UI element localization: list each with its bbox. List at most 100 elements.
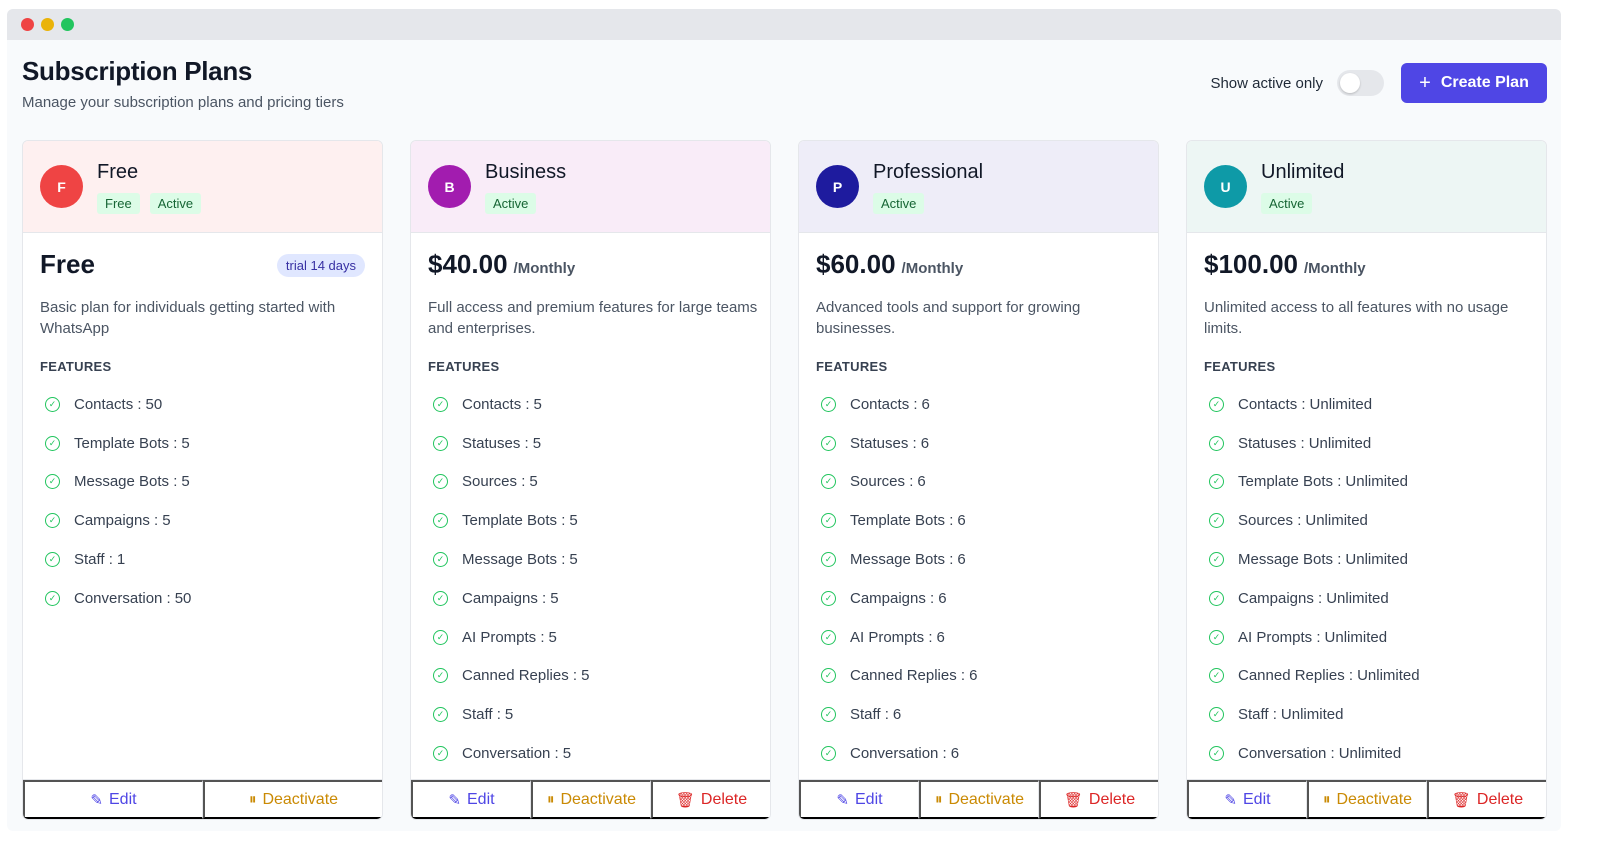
feature-value: 5 (533, 395, 542, 413)
check-circle-icon: ✓ (433, 513, 448, 529)
feature-label: Canned Replies : (462, 667, 578, 685)
edit-button[interactable]: ✎ Edit (799, 780, 919, 819)
delete-button[interactable]: 🗑 Delete (1427, 780, 1546, 819)
feature-item: ✓ Staff : Unlimited (1209, 695, 1420, 734)
feature-item: ✓ Template Bots : 5 (433, 501, 589, 540)
delete-button[interactable]: 🗑 Delete (1039, 780, 1158, 819)
plan-avatar: P (816, 165, 859, 208)
plan-avatar: U (1204, 165, 1247, 208)
feature-label: Template Bots : (850, 512, 954, 530)
check-circle-icon: ✓ (45, 513, 60, 529)
feature-value: Unlimited (1326, 589, 1389, 607)
feature-label: AI Prompts : (1238, 628, 1321, 646)
maximize-window-button[interactable] (61, 18, 74, 31)
feature-item: ✓ Template Bots : 5 (45, 424, 191, 463)
check-circle-icon: ✓ (1209, 668, 1224, 684)
deactivate-label: Deactivate (262, 790, 339, 808)
check-circle-icon: ✓ (433, 668, 448, 684)
feature-value: 6 (917, 473, 926, 491)
card-actions: ✎ Edit ⏸ Deactivate (23, 779, 382, 819)
check-circle-icon: ✓ (821, 513, 836, 529)
deactivate-button[interactable]: ⏸ Deactivate (919, 780, 1039, 819)
feature-value: Unlimited (1305, 512, 1368, 530)
feature-value: 6 (969, 667, 978, 685)
feature-label: Template Bots : (74, 434, 178, 452)
feature-item: ✓ Conversation : Unlimited (1209, 734, 1420, 773)
feature-value: 5 (532, 434, 542, 452)
feature-label: Conversation : (1238, 745, 1335, 763)
feature-value: 5 (529, 473, 538, 491)
plan-card-unlimited: U Unlimited Active $100.00 /Monthly Unli… (1186, 140, 1547, 820)
close-window-button[interactable] (21, 18, 34, 31)
deactivate-button[interactable]: ⏸ Deactivate (1307, 780, 1427, 819)
create-plan-button[interactable]: + Create Plan (1401, 63, 1547, 103)
feature-label: Message Bots : (462, 551, 566, 569)
badge-group: Active (873, 193, 925, 214)
edit-icon: ✎ (448, 791, 461, 809)
feature-label: Canned Replies : (850, 667, 966, 685)
feature-label: Sources : (462, 473, 526, 491)
feature-value: 6 (936, 628, 945, 646)
feature-label: Conversation : (462, 745, 559, 763)
plan-name: Free (97, 161, 139, 183)
pause-circle-icon: ⏸ (546, 791, 555, 808)
feature-label: Contacts : (74, 395, 142, 413)
feature-label: Template Bots : (462, 512, 566, 530)
feature-item: ✓ Staff : 6 (821, 695, 977, 734)
feature-label: Contacts : (850, 395, 918, 413)
feature-list: ✓ Contacts : Unlimited ✓ Statuses : Unli… (1209, 385, 1420, 773)
plan-description: Advanced tools and support for growing b… (816, 299, 1081, 337)
feature-value: 6 (957, 512, 966, 530)
check-circle-icon: ✓ (1209, 746, 1224, 762)
deactivate-button[interactable]: ⏸ Deactivate (531, 780, 651, 819)
feature-value: 5 (581, 667, 590, 685)
edit-label: Edit (467, 790, 495, 808)
plan-card-business: B Business Active $40.00 /Monthly Full a… (410, 140, 771, 820)
price-row: $100.00 /Monthly (1204, 249, 1366, 280)
feature-label: AI Prompts : (462, 628, 545, 646)
feature-label: Message Bots : (74, 473, 178, 491)
feature-item: ✓ Statuses : Unlimited (1209, 424, 1420, 463)
plan-price: $100.00 (1204, 249, 1298, 279)
check-circle-icon: ✓ (821, 552, 836, 568)
feature-label: Campaigns : (1238, 589, 1323, 607)
feature-item: ✓ AI Prompts : Unlimited (1209, 618, 1420, 657)
plan-price: $40.00 (428, 249, 508, 279)
price-period: /Monthly (513, 260, 576, 277)
edit-button[interactable]: ✎ Edit (1187, 780, 1307, 819)
page-subtitle: Manage your subscription plans and prici… (22, 94, 344, 111)
plan-avatar: F (40, 165, 83, 208)
show-active-toggle[interactable] (1337, 70, 1384, 96)
deactivate-button[interactable]: ⏸ Deactivate (203, 780, 382, 819)
check-circle-icon: ✓ (433, 396, 448, 412)
feature-label: Conversation : (850, 745, 947, 763)
feature-value: 6 (957, 551, 966, 569)
feature-item: ✓ Sources : 6 (821, 463, 977, 502)
minimize-window-button[interactable] (41, 18, 54, 31)
feature-list: ✓ Contacts : 6 ✓ Statuses : 6 ✓ Sources … (821, 385, 977, 773)
feature-label: Message Bots : (850, 551, 954, 569)
features-heading: FEATURES (428, 359, 500, 374)
feature-label: Contacts : (462, 395, 530, 413)
feature-value: 5 (550, 589, 559, 607)
feature-value: 6 (892, 706, 902, 724)
deactivate-label: Deactivate (560, 790, 637, 808)
features-heading: FEATURES (40, 359, 112, 374)
feature-label: Canned Replies : (1238, 667, 1354, 685)
feature-label: Sources : (1238, 512, 1302, 530)
plan-cards: F Free Free Active Free trial 14 days Bas… (22, 140, 1547, 820)
edit-button[interactable]: ✎ Edit (23, 780, 203, 819)
feature-item: ✓ Canned Replies : Unlimited (1209, 657, 1420, 696)
check-circle-icon: ✓ (1209, 396, 1224, 412)
feature-label: AI Prompts : (850, 628, 933, 646)
trial-badge: trial 14 days (276, 254, 365, 277)
trash-icon: 🗑 (1063, 791, 1083, 809)
edit-button[interactable]: ✎ Edit (411, 780, 531, 819)
feature-label: Contacts : (1238, 395, 1306, 413)
delete-button[interactable]: 🗑 Delete (651, 780, 770, 819)
check-circle-icon: ✓ (1209, 435, 1224, 451)
status-badge: Active (149, 193, 202, 214)
edit-label: Edit (855, 790, 883, 808)
price-period: /Monthly (901, 260, 964, 277)
feature-item: ✓ Message Bots : Unlimited (1209, 540, 1420, 579)
